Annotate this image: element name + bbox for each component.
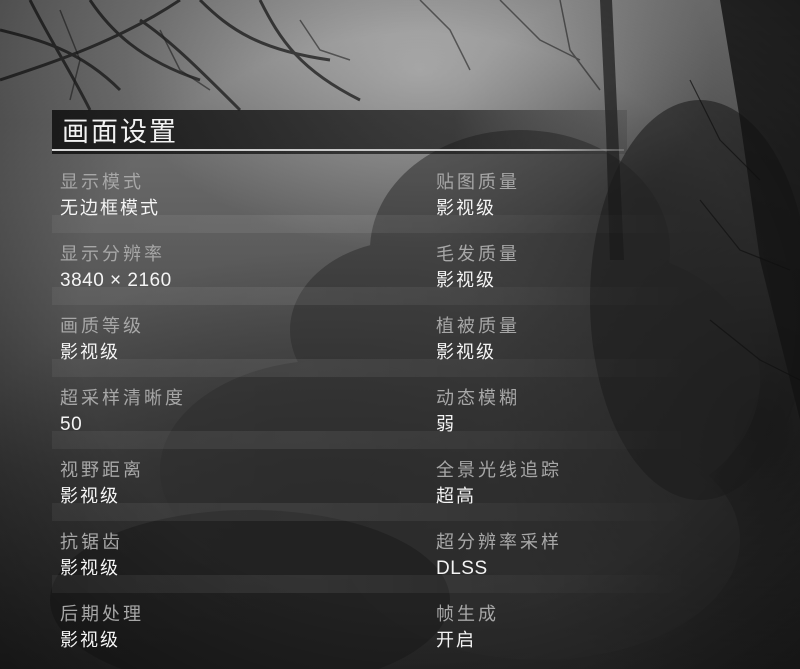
- setting-value: 影视级: [436, 342, 496, 363]
- setting-label: 视野距离: [60, 460, 144, 481]
- setting-post-processing[interactable]: 后期处理 影视级: [60, 602, 390, 664]
- setting-value: 弱: [436, 414, 456, 435]
- setting-label: 超采样清晰度: [60, 388, 186, 409]
- setting-label: 后期处理: [60, 604, 144, 625]
- setting-display-mode[interactable]: 显示模式 无边框模式: [60, 170, 390, 232]
- setting-value: DLSS: [436, 558, 488, 579]
- setting-motion-blur[interactable]: 动态模糊 弱: [436, 386, 766, 448]
- page-title: 画面设置: [62, 117, 178, 148]
- setting-label: 抗锯齿: [60, 532, 123, 553]
- setting-value: 开启: [436, 630, 476, 651]
- setting-display-resolution[interactable]: 显示分辨率 3840 × 2160: [60, 242, 390, 304]
- setting-texture-quality[interactable]: 贴图质量 影视级: [436, 170, 766, 232]
- setting-label: 显示模式: [60, 172, 144, 193]
- setting-value: 50: [60, 414, 83, 435]
- setting-frame-generation[interactable]: 帧生成 开启: [436, 602, 766, 664]
- setting-value: 影视级: [60, 630, 120, 651]
- setting-label: 画质等级: [60, 316, 144, 337]
- setting-quality-level[interactable]: 画质等级 影视级: [60, 314, 390, 376]
- setting-label: 植被质量: [436, 316, 520, 337]
- setting-value: 影视级: [436, 270, 496, 291]
- setting-vegetation-quality[interactable]: 植被质量 影视级: [436, 314, 766, 376]
- setting-anti-aliasing[interactable]: 抗锯齿 影视级: [60, 530, 390, 592]
- setting-value: 3840 × 2160: [60, 270, 172, 291]
- setting-label: 毛发质量: [436, 244, 520, 265]
- setting-supersampling-sharpness[interactable]: 超采样清晰度 50: [60, 386, 390, 448]
- setting-super-resolution[interactable]: 超分辨率采样 DLSS: [436, 530, 766, 592]
- setting-value: 无边框模式: [60, 198, 160, 219]
- setting-value: 影视级: [60, 486, 120, 507]
- setting-value: 超高: [436, 486, 476, 507]
- setting-value: 影视级: [436, 198, 496, 219]
- title-underline: [52, 149, 624, 151]
- setting-label: 全景光线追踪: [436, 460, 562, 481]
- setting-label: 超分辨率采样: [436, 532, 562, 553]
- setting-full-ray-tracing[interactable]: 全景光线追踪 超高: [436, 458, 766, 520]
- setting-label: 贴图质量: [436, 172, 520, 193]
- setting-value: 影视级: [60, 558, 120, 579]
- graphics-settings-panel: 画面设置 显示模式 无边框模式 显示分辨率 3840 × 2160 画质等级 影…: [0, 0, 800, 669]
- setting-label: 动态模糊: [436, 388, 520, 409]
- setting-label: 显示分辨率: [60, 244, 165, 265]
- setting-value: 影视级: [60, 342, 120, 363]
- setting-label: 帧生成: [436, 604, 499, 625]
- setting-hair-quality[interactable]: 毛发质量 影视级: [436, 242, 766, 304]
- setting-view-distance[interactable]: 视野距离 影视级: [60, 458, 390, 520]
